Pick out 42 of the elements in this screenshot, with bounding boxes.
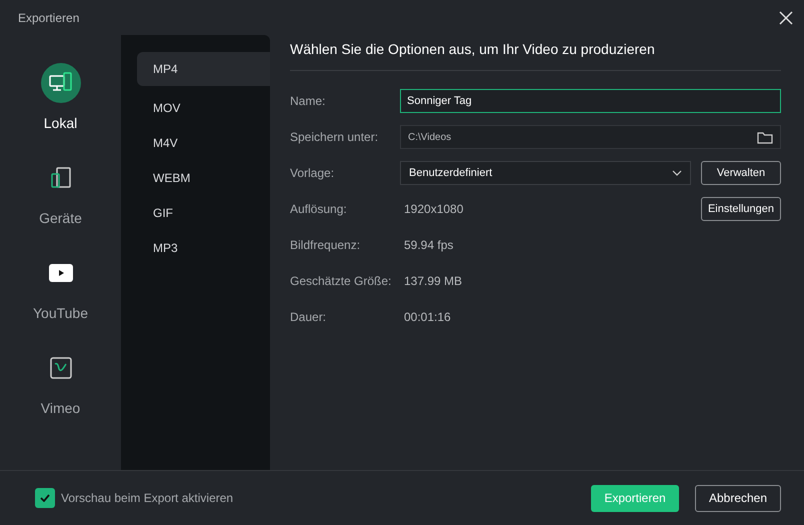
window-title: Exportieren (18, 10, 80, 26)
destination-tab[interactable]: Lokal (16, 63, 106, 134)
v-logo-icon (50, 357, 72, 379)
template-dropdown[interactable]: Benutzerdefiniert (400, 161, 691, 185)
field-label: Dauer: (290, 309, 328, 326)
devices-icon (50, 167, 72, 189)
format-item[interactable]: MOV (137, 95, 270, 121)
dropdown-value: Benutzerdefiniert (409, 166, 492, 181)
close-button[interactable] (778, 10, 794, 26)
destination-tab[interactable]: Geräte (16, 158, 106, 229)
computer-icon (48, 72, 72, 94)
field-value: 137.99 MB (403, 273, 462, 290)
format-item[interactable]: MP3 (137, 235, 270, 261)
field-label: Name: (290, 93, 326, 110)
field-label: Vorlage: (290, 165, 336, 182)
checkmark-icon (40, 494, 50, 502)
field-value: 1920x1080 (403, 201, 464, 218)
field-value: 59.94 fps (403, 237, 454, 254)
field-label: Auflösung: (290, 201, 348, 218)
preview-checkbox[interactable] (35, 488, 55, 508)
preview-label: Vorschau beim Export aktivieren (61, 490, 234, 507)
field-label: Speichern unter: (290, 129, 380, 146)
field-label: Bildfrequenz: (290, 237, 362, 254)
settings-button[interactable]: Einstellungen (701, 197, 781, 221)
name-field[interactable]: Sonniger Tag (400, 89, 781, 113)
format-item[interactable]: GIF (137, 200, 270, 226)
cancel-button[interactable]: Abbrechen (695, 484, 781, 512)
options-heading: Wählen Sie die Optionen aus, um Ihr Video zu produzieren (290, 39, 781, 71)
folder-icon[interactable] (757, 130, 773, 144)
path-value: C:\Videos (408, 130, 452, 144)
chevron-down-icon (672, 170, 682, 176)
format-item[interactable]: MP4 (137, 52, 270, 86)
format-item[interactable]: WEBM (137, 165, 270, 191)
manage-button[interactable]: Verwalten (701, 161, 781, 185)
format-item[interactable]: M4V (137, 130, 270, 156)
close-icon (779, 10, 793, 24)
destination-tab[interactable]: YouTube (16, 253, 106, 324)
field-label: Geschätzte Größe: (290, 273, 392, 290)
path-field[interactable]: C:\Videos (400, 125, 781, 149)
destination-tab[interactable]: Vimeo (16, 348, 106, 419)
field-value: 00:01:16 (403, 309, 451, 326)
play-icon (48, 264, 72, 282)
